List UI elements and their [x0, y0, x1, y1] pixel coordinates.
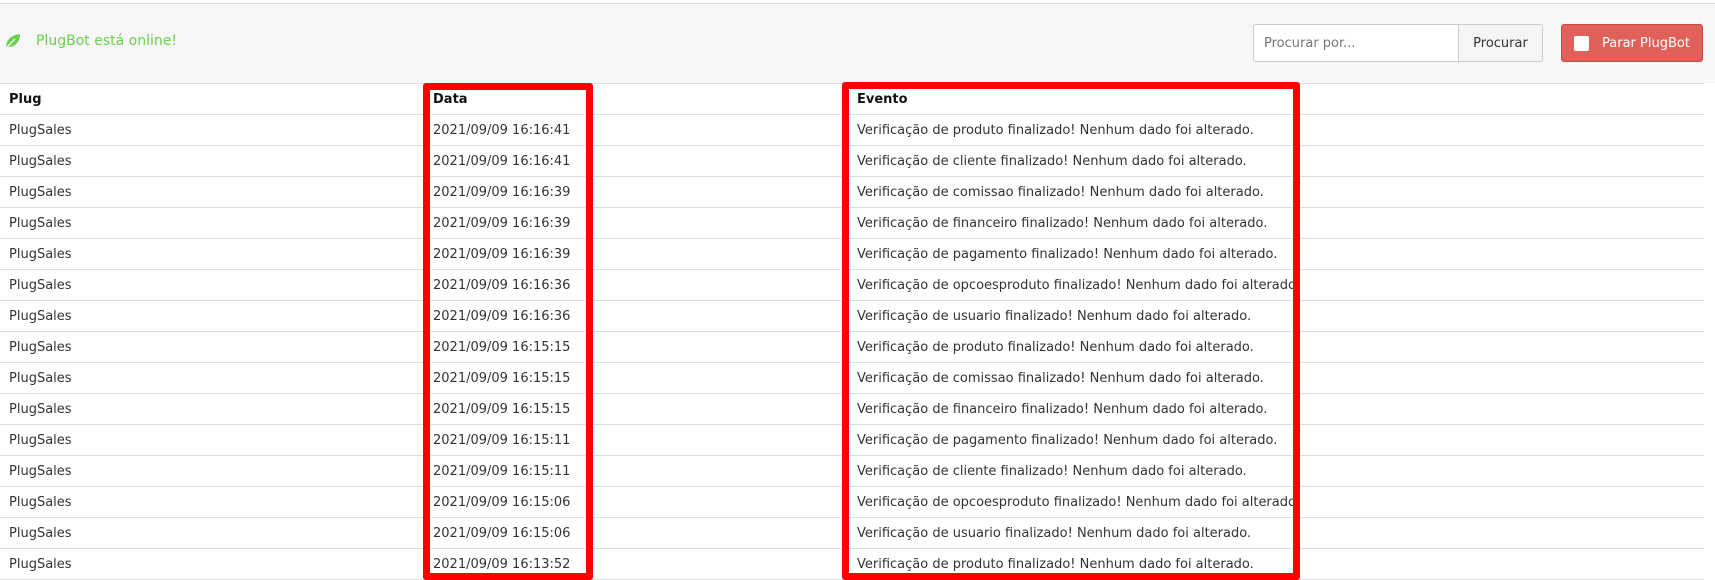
table-row[interactable]: PlugSales 2021/09/09 16:16:36 Verificação …: [0, 269, 1704, 301]
cell-plug: PlugSales: [0, 455, 424, 487]
cell-plug: PlugSales: [0, 300, 424, 332]
cell-data: 2021/09/09 16:15:06: [424, 517, 848, 549]
stop-plugbot-button[interactable]: Parar PlugBot: [1561, 24, 1703, 62]
table-row[interactable]: PlugSales 2021/09/09 16:16:41 Verificação …: [0, 114, 1704, 146]
cell-evento: Verificação de financeiro finalizado! Ne…: [848, 207, 1704, 239]
table-row[interactable]: PlugSales 2021/09/09 16:16:36 Verificação …: [0, 300, 1704, 332]
table-row[interactable]: PlugSales 2021/09/09 16:15:15 Verificação …: [0, 331, 1704, 363]
search-button[interactable]: Procurar: [1458, 24, 1543, 62]
table-row[interactable]: PlugSales 2021/09/09 16:15:11 Verificação …: [0, 455, 1704, 487]
cell-data: 2021/09/09 16:16:36: [424, 300, 848, 332]
stop-icon: [1574, 35, 1589, 51]
stop-plugbot-label: Parar PlugBot: [1602, 35, 1690, 51]
leaf-icon: [5, 34, 20, 49]
search-input[interactable]: [1253, 24, 1458, 62]
cell-evento: Verificação de opcoesproduto finalizado!…: [848, 486, 1704, 518]
header-evento[interactable]: Evento: [848, 83, 1704, 115]
cell-evento: Verificação de financeiro finalizado! Ne…: [848, 393, 1704, 425]
cell-data: 2021/09/09 16:16:41: [424, 145, 848, 177]
cell-plug: PlugSales: [0, 486, 424, 518]
cell-evento: Verificação de pagamento finalizado! Nen…: [848, 424, 1704, 456]
cell-data: 2021/09/09 16:16:36: [424, 269, 848, 301]
cell-data: 2021/09/09 16:16:39: [424, 176, 848, 208]
cell-evento: Verificação de comissao finalizado! Nenh…: [848, 362, 1704, 394]
cell-evento: Verificação de produto finalizado! Nenhu…: [848, 331, 1704, 363]
cell-data: 2021/09/09 16:15:11: [424, 455, 848, 487]
cell-plug: PlugSales: [0, 238, 424, 270]
event-log-table: Plug Data Evento PlugSales 2021/09/09 16:…: [0, 83, 1704, 580]
table-row[interactable]: PlugSales 2021/09/09 16:16:39 Verificação …: [0, 207, 1704, 239]
cell-plug: PlugSales: [0, 331, 424, 363]
table-row[interactable]: PlugSales 2021/09/09 16:15:15 Verificação …: [0, 362, 1704, 394]
cell-evento: Verificação de comissao finalizado! Nenh…: [848, 176, 1704, 208]
cell-data: 2021/09/09 16:16:39: [424, 207, 848, 239]
table-row[interactable]: PlugSales 2021/09/09 16:16:41 Verificação …: [0, 145, 1704, 177]
table-row[interactable]: PlugSales 2021/09/09 16:15:06 Verificação …: [0, 486, 1704, 518]
header-plug[interactable]: Plug: [0, 83, 424, 115]
cell-data: 2021/09/09 16:13:52: [424, 548, 848, 580]
cell-plug: PlugSales: [0, 176, 424, 208]
cell-plug: PlugSales: [0, 145, 424, 177]
table-row[interactable]: PlugSales 2021/09/09 16:16:39 Verificação …: [0, 176, 1704, 208]
table-row[interactable]: PlugSales 2021/09/09 16:15:06 Verificação …: [0, 517, 1704, 549]
bot-status: PlugBot está online!: [4, 32, 177, 50]
cell-data: 2021/09/09 16:16:41: [424, 114, 848, 146]
cell-plug: PlugSales: [0, 424, 424, 456]
cell-evento: Verificação de produto finalizado! Nenhu…: [848, 548, 1704, 580]
cell-plug: PlugSales: [0, 393, 424, 425]
header-data[interactable]: Data: [424, 83, 848, 115]
cell-evento: Verificação de produto finalizado! Nenhu…: [848, 114, 1704, 146]
cell-evento: Verificação de opcoesproduto finalizado!…: [848, 269, 1704, 301]
search-group: Procurar: [1253, 24, 1543, 62]
table-row[interactable]: PlugSales 2021/09/09 16:15:11 Verificação …: [0, 424, 1704, 456]
cell-evento: Verificação de cliente finalizado! Nenhu…: [848, 145, 1704, 177]
bot-status-text: PlugBot está online!: [36, 33, 177, 49]
cell-data: 2021/09/09 16:15:15: [424, 331, 848, 363]
cell-plug: PlugSales: [0, 269, 424, 301]
cell-plug: PlugSales: [0, 362, 424, 394]
table-row[interactable]: PlugSales 2021/09/09 16:16:39 Verificação …: [0, 238, 1704, 270]
cell-data: 2021/09/09 16:15:11: [424, 424, 848, 456]
cell-evento: Verificação de usuario finalizado! Nenhu…: [848, 300, 1704, 332]
table-row[interactable]: PlugSales 2021/09/09 16:13:52 Verificação …: [0, 548, 1704, 580]
cell-data: 2021/09/09 16:16:39: [424, 238, 848, 270]
cell-data: 2021/09/09 16:15:15: [424, 393, 848, 425]
cell-evento: Verificação de cliente finalizado! Nenhu…: [848, 455, 1704, 487]
cell-plug: PlugSales: [0, 517, 424, 549]
table-header-row: Plug Data Evento: [0, 83, 1704, 115]
cell-evento: Verificação de usuario finalizado! Nenhu…: [848, 517, 1704, 549]
cell-data: 2021/09/09 16:15:15: [424, 362, 848, 394]
event-log-body: PlugSales 2021/09/09 16:16:41 Verificação …: [0, 114, 1704, 580]
table-row[interactable]: PlugSales 2021/09/09 16:15:15 Verificação …: [0, 393, 1704, 425]
cell-evento: Verificação de pagamento finalizado! Nen…: [848, 238, 1704, 270]
cell-plug: PlugSales: [0, 114, 424, 146]
cell-plug: PlugSales: [0, 548, 424, 580]
cell-plug: PlugSales: [0, 207, 424, 239]
cell-data: 2021/09/09 16:15:06: [424, 486, 848, 518]
